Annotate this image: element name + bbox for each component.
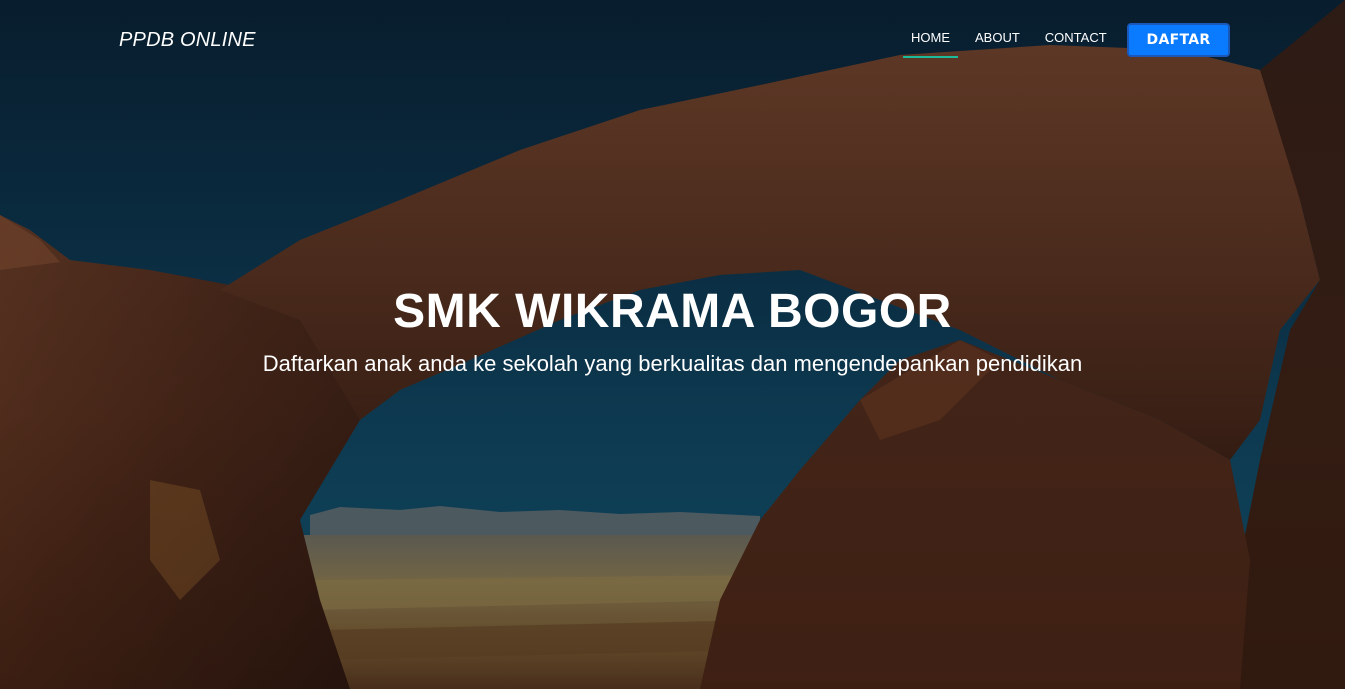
hero-subtitle: Daftarkan anak anda ke sekolah yang berk… (262, 351, 1083, 376)
navbar: PPDB ONLINE HOME ABOUT CONTACT DAFTAR (0, 0, 1345, 80)
nav-link-contact[interactable]: CONTACT (1037, 30, 1115, 58)
nav-link-about[interactable]: ABOUT (967, 30, 1028, 58)
hero-section: PPDB ONLINE HOME ABOUT CONTACT DAFTAR SM… (0, 0, 1345, 689)
brand-logo[interactable]: PPDB ONLINE (119, 29, 256, 52)
nav-link-home[interactable]: HOME (903, 30, 958, 58)
hero-title: SMK WIKRAMA BOGOR (393, 285, 952, 338)
nav-links: HOME ABOUT CONTACT (903, 30, 1124, 58)
daftar-button[interactable]: DAFTAR (1127, 23, 1230, 57)
hero-content: SMK WIKRAMA BOGOR Daftarkan anak anda ke… (0, 282, 1345, 380)
